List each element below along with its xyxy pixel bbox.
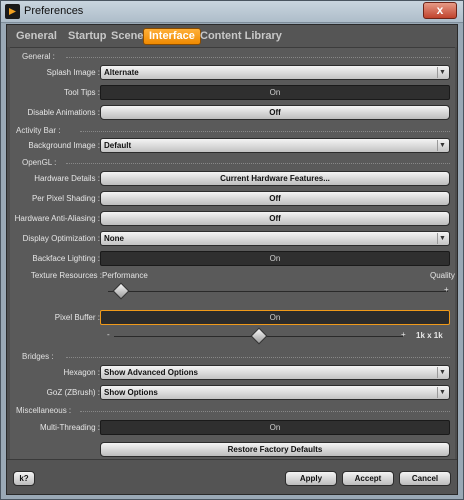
chevron-down-icon: ▼: [437, 67, 447, 78]
cancel-button[interactable]: Cancel: [399, 471, 451, 486]
goz-value: Show Options: [104, 388, 158, 397]
preferences-window: Preferences x General Startup Scene Inte…: [0, 0, 464, 500]
divider: [66, 163, 450, 164]
background-image-select[interactable]: Default ▼: [100, 138, 450, 153]
chevron-down-icon: ▼: [437, 387, 447, 398]
texture-performance-label: Performance: [102, 271, 148, 280]
chevron-down-icon: ▼: [437, 140, 447, 151]
tab-startup[interactable]: Startup: [63, 28, 112, 45]
display-optimization-select[interactable]: None ▼: [100, 231, 450, 246]
hexagon-label: Hexagon :: [63, 368, 100, 377]
splash-image-value: Alternate: [104, 68, 139, 77]
pixel-buffer-size: 1k x 1k: [416, 331, 443, 340]
dialog-footer: k? Apply Accept Cancel: [7, 459, 457, 494]
hexagon-select[interactable]: Show Advanced Options ▼: [100, 365, 450, 380]
multi-threading-label: Multi-Threading :: [39, 423, 100, 432]
divider: [66, 57, 450, 58]
texture-max-icon: +: [444, 285, 449, 294]
per-pixel-shading-toggle[interactable]: Off: [100, 191, 450, 206]
tab-general[interactable]: General: [11, 28, 62, 45]
pixel-buffer-decrease-icon[interactable]: -: [107, 330, 110, 339]
section-activity-bar: Activity Bar :: [16, 126, 61, 135]
hardware-details-label: Hardware Details :: [34, 174, 100, 183]
restore-factory-defaults-button[interactable]: Restore Factory Defaults: [100, 442, 450, 457]
tab-content-library[interactable]: Content Library: [195, 28, 287, 45]
display-optimization-label: Display Optimization :: [22, 234, 100, 243]
close-icon: x: [436, 3, 444, 17]
divider: [80, 131, 450, 132]
accept-button[interactable]: Accept: [342, 471, 394, 486]
display-optimization-value: None: [104, 234, 124, 243]
pixel-buffer-slider-handle[interactable]: [250, 327, 268, 345]
pixel-buffer-increase-icon[interactable]: +: [401, 330, 406, 339]
background-image-label: Background Image :: [28, 141, 100, 150]
dialog-frame: General Startup Scene Interface Content …: [6, 24, 458, 495]
goz-select[interactable]: Show Options ▼: [100, 385, 450, 400]
divider: [80, 411, 450, 412]
section-opengl: OpenGL :: [22, 158, 57, 167]
section-miscellaneous: Miscellaneous :: [16, 406, 72, 415]
tool-tips-label: Tool Tips :: [63, 88, 100, 97]
disable-animations-toggle[interactable]: Off: [100, 105, 450, 120]
current-hardware-features-button[interactable]: Current Hardware Features...: [100, 171, 450, 186]
chevron-down-icon: ▼: [437, 367, 447, 378]
divider: [66, 357, 450, 358]
app-logo-icon: [5, 4, 20, 19]
pixel-buffer-label: Pixel Buffer :: [54, 313, 100, 322]
texture-quality-label: Quality: [430, 271, 455, 280]
tool-tips-toggle[interactable]: On: [100, 85, 450, 100]
tab-interface[interactable]: Interface: [143, 28, 201, 45]
hardware-anti-aliasing-label: Hardware Anti-Aliasing :: [14, 214, 100, 223]
multi-threading-toggle[interactable]: On: [100, 420, 450, 435]
pixel-buffer-toggle[interactable]: On: [100, 310, 450, 325]
background-image-value: Default: [104, 141, 132, 150]
apply-button[interactable]: Apply: [285, 471, 337, 486]
chevron-down-icon: ▼: [437, 233, 447, 244]
backface-lighting-toggle[interactable]: On: [100, 251, 450, 266]
texture-slider-handle[interactable]: [112, 282, 130, 300]
disable-animations-label: Disable Animations :: [27, 108, 100, 117]
section-general: General :: [22, 52, 55, 61]
interface-panel: General : Splash Image : Alternate ▼ Too…: [10, 47, 455, 459]
help-button[interactable]: k?: [13, 471, 35, 486]
hardware-anti-aliasing-toggle[interactable]: Off: [100, 211, 450, 226]
section-bridges: Bridges :: [22, 352, 54, 361]
hexagon-value: Show Advanced Options: [104, 368, 198, 377]
window-title: Preferences: [24, 5, 84, 17]
goz-label: GoZ (ZBrush) :: [46, 388, 100, 397]
splash-image-select[interactable]: Alternate ▼: [100, 65, 450, 80]
texture-resources-slider[interactable]: [108, 291, 448, 292]
tab-bar: General Startup Scene Interface Content …: [7, 25, 457, 47]
title-bar: Preferences x: [1, 1, 463, 23]
per-pixel-shading-label: Per Pixel Shading :: [31, 194, 100, 203]
splash-image-label: Splash Image :: [46, 68, 100, 77]
backface-lighting-label: Backface Lighting :: [32, 254, 100, 263]
close-button[interactable]: x: [423, 2, 457, 19]
texture-resources-label: Texture Resources :: [30, 271, 102, 280]
